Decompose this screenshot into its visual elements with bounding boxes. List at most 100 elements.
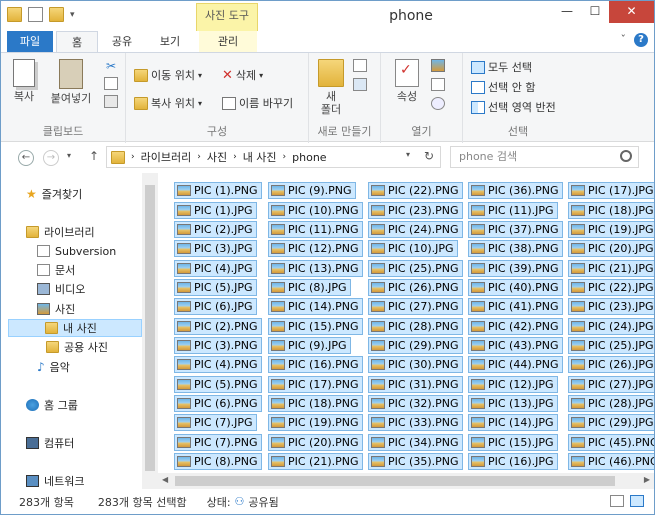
file-item[interactable]: PIC (5).PNG [174,374,262,393]
file-item-selection[interactable]: PIC (29).PNG [368,336,463,354]
file-item[interactable]: PIC (10).PNG [268,200,363,219]
file-item[interactable]: PIC (12).JPG [468,374,563,393]
file-item[interactable]: PIC (41).PNG [468,297,563,316]
scroll-right-icon[interactable]: ▶ [644,475,650,484]
file-item-selection[interactable]: PIC (18).JPG [568,201,654,219]
file-item[interactable]: PIC (44).PNG [468,355,563,374]
file-item[interactable]: PIC (45).PNG [568,432,654,451]
nav-libraries[interactable]: 라이브러리 [26,223,95,241]
edit-icon[interactable] [431,78,445,91]
file-item[interactable]: PIC (18).PNG [268,394,363,413]
file-item[interactable]: PIC (2).JPG [174,220,262,239]
forward-button[interactable]: → [43,150,59,166]
new-folder-icon[interactable] [49,7,64,22]
file-item-selection[interactable]: PIC (13).JPG [468,394,558,412]
file-item-selection[interactable]: PIC (20).JPG [568,240,654,258]
nav-homegroup[interactable]: 홈 그룹 [26,396,78,414]
file-item-selection[interactable]: PIC (31).PNG [368,375,463,393]
file-item-selection[interactable]: PIC (11).PNG [268,220,363,238]
file-item[interactable]: PIC (29).PNG [368,336,463,355]
file-item-selection[interactable]: PIC (19).JPG [568,220,654,238]
new-folder-button[interactable]: 새 폴더 [317,59,345,116]
file-item-selection[interactable]: PIC (29).JPG [568,414,654,432]
file-item-selection[interactable]: PIC (10).JPG [368,240,458,258]
file-item-selection[interactable]: PIC (37).PNG [468,220,563,238]
file-item[interactable]: PIC (26).JPG [568,355,654,374]
file-item-selection[interactable]: PIC (32).PNG [368,394,463,412]
file-item[interactable]: PIC (9).JPG [268,336,363,355]
copy-button[interactable]: 복사 [9,59,39,103]
copy-to-button[interactable]: 복사 위치 ▾ [134,95,202,111]
tab-home[interactable]: 홈 [56,31,98,53]
file-item[interactable]: PIC (20).JPG [568,239,654,258]
file-item[interactable]: PIC (24).JPG [568,316,654,335]
file-item[interactable]: PIC (40).PNG [468,278,563,297]
invert-selection-button[interactable]: 선택 영역 반전 [471,99,556,115]
file-item[interactable]: PIC (27).JPG [568,374,654,393]
file-item[interactable]: PIC (36).PNG [468,181,563,200]
move-to-button[interactable]: 이동 위치 ▾ [134,67,202,83]
file-item-selection[interactable]: PIC (19).PNG [268,414,363,432]
address-dropdown-icon[interactable]: ▾ [406,150,410,159]
file-item-selection[interactable]: PIC (23).JPG [568,298,654,316]
file-item[interactable]: PIC (35).PNG [368,452,463,471]
folder-icon[interactable] [7,7,22,22]
file-item[interactable]: PIC (23).JPG [568,297,654,316]
file-item-selection[interactable]: PIC (4).PNG [174,356,262,374]
properties-icon[interactable] [28,7,43,22]
file-item[interactable]: PIC (26).PNG [368,278,463,297]
file-item[interactable]: PIC (30).PNG [368,355,463,374]
file-item-selection[interactable]: PIC (23).PNG [368,201,463,219]
file-item-selection[interactable]: PIC (8).JPG [268,278,351,296]
file-item[interactable]: PIC (13).PNG [268,258,363,277]
help-icon[interactable]: ? [634,33,648,47]
file-item[interactable]: PIC (1).PNG [174,181,262,200]
file-item[interactable]: PIC (16).PNG [268,355,363,374]
search-icon[interactable] [620,150,632,162]
file-item[interactable]: PIC (13).JPG [468,394,563,413]
file-item[interactable]: PIC (1).JPG [174,200,262,219]
file-item-selection[interactable]: PIC (1).JPG [174,201,257,219]
file-item-selection[interactable]: PIC (14).JPG [468,414,558,432]
breadcrumb-libraries[interactable]: 라이브러리 [141,149,192,165]
file-item-selection[interactable]: PIC (36).PNG [468,182,563,200]
file-item[interactable]: PIC (16).JPG [468,452,563,471]
cut-icon[interactable]: ✂ [104,59,118,73]
file-item-selection[interactable]: PIC (33).PNG [368,414,463,432]
easy-access-icon[interactable] [353,78,367,91]
up-button[interactable]: ↑ [89,149,99,163]
breadcrumb-my-pictures[interactable]: 내 사진 [243,149,277,165]
file-item-selection[interactable]: PIC (22).PNG [368,182,463,200]
file-item-selection[interactable]: PIC (46).PNG [568,452,654,470]
file-item-selection[interactable]: PIC (2).PNG [174,317,262,335]
file-item[interactable]: PIC (18).JPG [568,200,654,219]
file-item-selection[interactable]: PIC (30).PNG [368,356,463,374]
file-item-selection[interactable]: PIC (5).JPG [174,278,257,296]
file-item[interactable]: PIC (43).PNG [468,336,563,355]
file-item-selection[interactable]: PIC (22).JPG [568,278,654,296]
rename-button[interactable]: 이름 바꾸기 [222,95,293,111]
file-item-selection[interactable]: PIC (21).PNG [268,452,363,470]
file-item[interactable]: PIC (27).PNG [368,297,463,316]
search-input[interactable]: phone 검색 [450,146,639,168]
file-item[interactable]: PIC (7).JPG [174,413,262,432]
file-item[interactable]: PIC (39).PNG [468,258,563,277]
refresh-icon[interactable]: ↻ [424,149,434,163]
file-item[interactable]: PIC (3).PNG [174,336,262,355]
file-item[interactable]: PIC (22).JPG [568,278,654,297]
file-item-selection[interactable]: PIC (10).PNG [268,201,363,219]
file-item-selection[interactable]: PIC (41).PNG [468,298,563,316]
file-item-selection[interactable]: PIC (4).JPG [174,259,257,277]
breadcrumb-phone[interactable]: phone [292,151,326,164]
file-item[interactable]: PIC (17).JPG [568,181,654,200]
file-item[interactable]: PIC (17).PNG [268,374,363,393]
file-item-selection[interactable]: PIC (7).JPG [174,414,257,432]
file-item-selection[interactable]: PIC (43).PNG [468,336,563,354]
file-item-selection[interactable]: PIC (5).PNG [174,375,262,393]
file-item-selection[interactable]: PIC (18).PNG [268,394,363,412]
nav-scrollbar-thumb[interactable] [145,185,155,471]
file-item[interactable]: PIC (14).PNG [268,297,363,316]
file-item[interactable]: PIC (29).JPG [568,413,654,432]
file-item[interactable]: PIC (25).PNG [368,258,463,277]
file-item[interactable]: PIC (9).PNG [268,181,363,200]
